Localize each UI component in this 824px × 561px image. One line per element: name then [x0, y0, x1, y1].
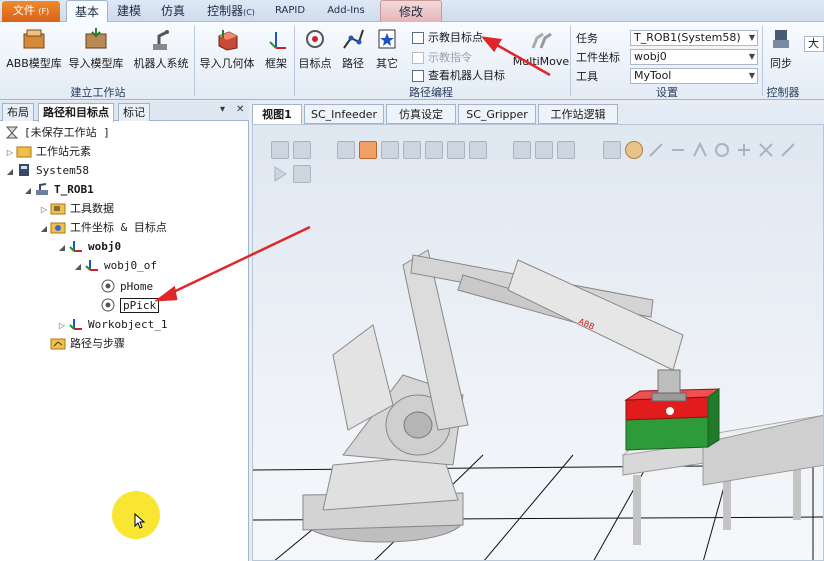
annotation-arrowhead [153, 285, 178, 302]
annotation-overlay [153, 36, 551, 302]
annotation-arrow [164, 225, 311, 298]
annotation-arrowhead [481, 36, 503, 53]
robotstudio-window: 文件 (F) 基本 建模 仿真 控制器(C) RAPID Add-Ins 修改 … [0, 0, 824, 561]
